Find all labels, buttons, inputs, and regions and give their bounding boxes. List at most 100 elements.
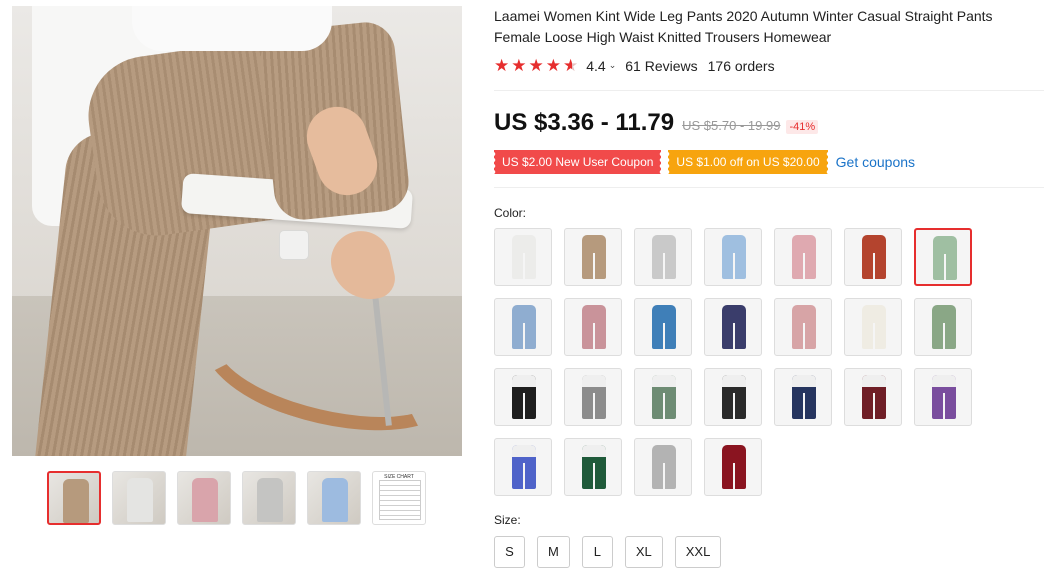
color-option-dusty-pink[interactable] — [564, 298, 622, 356]
color-swatch-leg-gap — [873, 393, 875, 419]
color-option-light-blue[interactable] — [704, 228, 762, 286]
original-price: US $5.70 - 19.99 — [682, 118, 781, 133]
color-options — [494, 228, 984, 496]
size-options: S M L XL XXL — [494, 536, 722, 568]
color-swatch-leg-gap — [523, 253, 525, 279]
thumbnail-pink[interactable] — [177, 471, 231, 525]
color-label: Color: — [494, 206, 527, 220]
rating-value: 4.4 — [586, 57, 606, 74]
color-swatch-waistband — [582, 445, 606, 457]
current-price: US $3.36 - 11.79 — [494, 109, 675, 136]
thumbnail-gray[interactable] — [242, 471, 296, 525]
color-option-gray[interactable] — [564, 368, 622, 426]
color-option-silver-gray[interactable] — [634, 438, 692, 496]
color-swatch-leg-gap — [663, 253, 665, 279]
color-swatch-leg-gap — [523, 463, 525, 489]
thumbnail-pants-image — [127, 478, 153, 522]
color-swatch-waistband — [512, 375, 536, 387]
color-option-light-gray[interactable] — [634, 228, 692, 286]
size-option-xxl[interactable]: XXL — [674, 536, 722, 568]
color-swatch-leg-gap — [523, 323, 525, 349]
rating-stars[interactable]: ★ ★ ★ ★ ★ — [494, 57, 578, 74]
color-option-khaki[interactable] — [564, 228, 622, 286]
reviews-count[interactable]: 61 Reviews — [625, 58, 697, 74]
color-option-green-print[interactable] — [914, 228, 972, 286]
color-swatch-leg-gap — [593, 463, 595, 489]
size-option-s[interactable]: S — [494, 536, 525, 568]
price-row: US $3.36 - 11.79 US $5.70 - 19.99 -41% — [494, 109, 819, 137]
thumbnail-strip: SIZE CHART — [47, 471, 426, 525]
color-swatch-waistband — [512, 445, 536, 457]
color-option-purple[interactable] — [914, 368, 972, 426]
rating-row: ★ ★ ★ ★ ★ 4.4 ⌄ 61 Reviews 176 orders — [494, 57, 775, 74]
color-option-black-2[interactable] — [704, 368, 762, 426]
color-swatch-leg-gap — [733, 393, 735, 419]
image-wall-socket — [280, 231, 308, 259]
thumbnail-pants-image — [63, 479, 89, 523]
color-option-pink[interactable] — [774, 228, 832, 286]
color-swatch-leg-gap — [663, 323, 665, 349]
color-option-white[interactable] — [494, 228, 552, 286]
store-coupon[interactable]: US $1.00 off on US $20.00 — [667, 150, 828, 174]
size-option-m[interactable]: M — [537, 536, 570, 568]
product-title: Laamei Women Kint Wide Leg Pants 2020 Au… — [494, 8, 993, 45]
color-swatch-leg-gap — [803, 393, 805, 419]
image-shirt — [132, 6, 332, 51]
color-swatch-leg-gap — [873, 323, 875, 349]
size-option-l[interactable]: L — [581, 536, 613, 568]
color-swatch-leg-gap — [593, 253, 595, 279]
color-swatch-waistband — [582, 375, 606, 387]
color-option-navy[interactable] — [774, 368, 832, 426]
color-option-green[interactable] — [634, 368, 692, 426]
color-swatch-leg-gap — [593, 323, 595, 349]
color-swatch-leg-gap — [593, 393, 595, 419]
color-option-dark-green[interactable] — [564, 438, 622, 496]
color-option-blue-print[interactable] — [634, 298, 692, 356]
thumbnail-pants-image — [322, 478, 348, 522]
thumbnail-pants-image — [192, 478, 218, 522]
color-swatch-leg-gap — [943, 323, 945, 349]
color-swatch-leg-gap — [944, 254, 946, 280]
color-swatch-leg-gap — [663, 463, 665, 489]
star-icon: ★ — [494, 56, 510, 75]
new-user-coupon[interactable]: US $2.00 New User Coupon — [492, 150, 662, 174]
size-label: Size: — [494, 513, 521, 527]
discount-badge: -41% — [786, 120, 819, 134]
color-option-cream[interactable] — [844, 298, 902, 356]
color-swatch-waistband — [932, 375, 956, 387]
color-swatch-leg-gap — [733, 253, 735, 279]
thumbnail-khaki[interactable] — [47, 471, 101, 525]
color-option-rust-red[interactable] — [844, 228, 902, 286]
star-icon: ★ — [528, 56, 544, 75]
divider — [494, 187, 1044, 188]
color-option-black[interactable] — [494, 368, 552, 426]
thumbnail-pants-image — [257, 478, 283, 522]
chevron-down-icon[interactable]: ⌄ — [609, 60, 617, 71]
color-swatch-waistband — [722, 375, 746, 387]
orders-count: 176 orders — [707, 57, 775, 74]
color-swatch-leg-gap — [733, 463, 735, 489]
color-swatch-waistband — [862, 375, 886, 387]
main-product-image[interactable] — [12, 6, 462, 456]
coupon-row: US $2.00 New User Coupon US $1.00 off on… — [492, 150, 915, 174]
divider — [494, 90, 1044, 91]
color-swatch-leg-gap — [663, 393, 665, 419]
color-swatch-waistband — [792, 375, 816, 387]
thumbnail-size-chart[interactable]: SIZE CHART — [372, 471, 426, 525]
color-swatch-leg-gap — [873, 253, 875, 279]
color-option-burgundy[interactable] — [844, 368, 902, 426]
get-coupons-link[interactable]: Get coupons — [836, 154, 915, 170]
color-option-sage-green[interactable] — [914, 298, 972, 356]
color-option-pink-print[interactable] — [774, 298, 832, 356]
color-swatch-leg-gap — [733, 323, 735, 349]
color-swatch-leg-gap — [803, 323, 805, 349]
size-option-xl[interactable]: XL — [624, 536, 663, 568]
star-icon: ★ — [545, 56, 561, 75]
color-option-denim-blue[interactable] — [494, 298, 552, 356]
thumbnail-blue[interactable] — [307, 471, 361, 525]
thumbnail-white[interactable] — [112, 471, 166, 525]
color-option-royal-blue[interactable] — [494, 438, 552, 496]
half-star-icon: ★ — [563, 56, 579, 75]
color-option-wine-red[interactable] — [704, 438, 762, 496]
color-option-navy-print[interactable] — [704, 298, 762, 356]
